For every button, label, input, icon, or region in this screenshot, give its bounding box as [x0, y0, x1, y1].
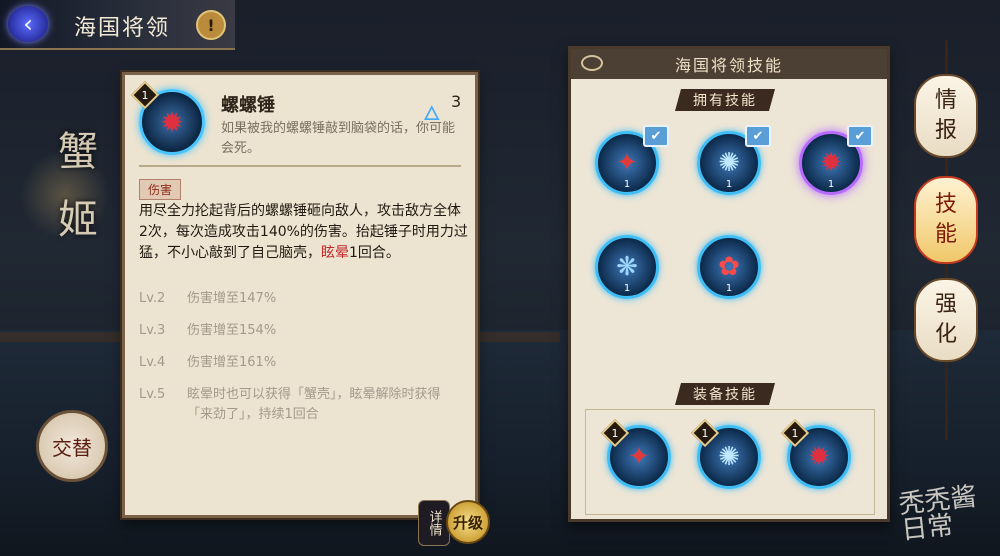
swap-button[interactable]: 交替 — [36, 410, 108, 482]
character-name-art: 蟹 姬 — [58, 129, 98, 243]
owned-skill-crab[interactable]: ✿ 1 — [697, 235, 761, 299]
spirit-icon: ❋ — [616, 252, 638, 282]
equipped-check-icon: ✔ — [847, 125, 873, 147]
tab-enhance[interactable]: 强 化 — [914, 278, 978, 362]
level-row: Lv.4 伤害增至161% — [139, 355, 277, 370]
top-title-bar: ‹ 海国将领 ! — [0, 0, 235, 50]
skill-cost: 3 — [451, 92, 462, 111]
back-arrow-icon: ‹ — [23, 10, 33, 38]
level-row: Lv.5 眩晕时也可以获得「蟹壳」，眩晕解除时获得「来劲了」，持续1回合 — [139, 387, 441, 422]
skill-description: 用尽全力抡起背后的螺螺锤砸向敌人，攻击敌方全体2次，每次造成攻击140%的伤害。… — [139, 203, 468, 261]
level-row: Lv.3 伤害增至154% — [139, 323, 277, 338]
page-title: 海国将领 — [74, 16, 171, 41]
level-row: Lv.2 伤害增至147% — [139, 291, 277, 306]
equipped-check-icon: ✔ — [643, 125, 669, 147]
upgrade-button[interactable]: 升级 — [446, 500, 490, 544]
skill-detail-panel: ✹ 1 螺螺锤 🜂 3 如果被我的螺螺锤敲到脑袋的话，你可能会死。 伤害 用尽全… — [122, 72, 478, 518]
back-button[interactable]: ‹ — [8, 6, 48, 42]
hammer-icon: ✹ — [808, 442, 830, 472]
owned-skills-label: 拥有技能 — [675, 89, 775, 111]
spirit-fire-icon: 🜂 — [423, 101, 441, 125]
stun-keyword: 眩晕 — [321, 245, 349, 261]
hammer-icon: ✹ — [820, 148, 842, 178]
claw-icon: ✦ — [628, 442, 650, 472]
equipped-check-icon: ✔ — [745, 125, 771, 147]
crab-icon: ✿ — [718, 252, 740, 282]
skills-panel: 海国将领技能 拥有技能 ✦ 1 ✔ ✺ 1 ✔ ✹ 1 ✔ ❋ 1 ✿ 1 装备技能 ✦ … — [568, 46, 890, 522]
skill-name: 螺螺锤 — [221, 95, 275, 116]
tab-info[interactable]: 情 报 — [914, 74, 978, 158]
burst-icon: ✺ — [718, 148, 740, 178]
equipped-skills-label: 装备技能 — [675, 383, 775, 405]
info-warning-icon[interactable]: ! — [196, 10, 226, 40]
claw-icon: ✦ — [616, 148, 638, 178]
eye-icon — [581, 55, 603, 71]
owned-skill-spirit[interactable]: ❋ 1 — [595, 235, 659, 299]
skills-panel-header: 海国将领技能 — [571, 49, 887, 79]
divider — [139, 165, 461, 167]
watermark-logo: 秃秃酱 日常 — [897, 482, 979, 546]
burst-icon: ✺ — [718, 442, 740, 472]
damage-tag: 伤害 — [139, 179, 182, 200]
tab-skills[interactable]: 技 能 — [914, 176, 978, 264]
skill-flavor-text: 如果被我的螺螺锤敲到脑袋的话，你可能会死。 — [221, 121, 456, 156]
